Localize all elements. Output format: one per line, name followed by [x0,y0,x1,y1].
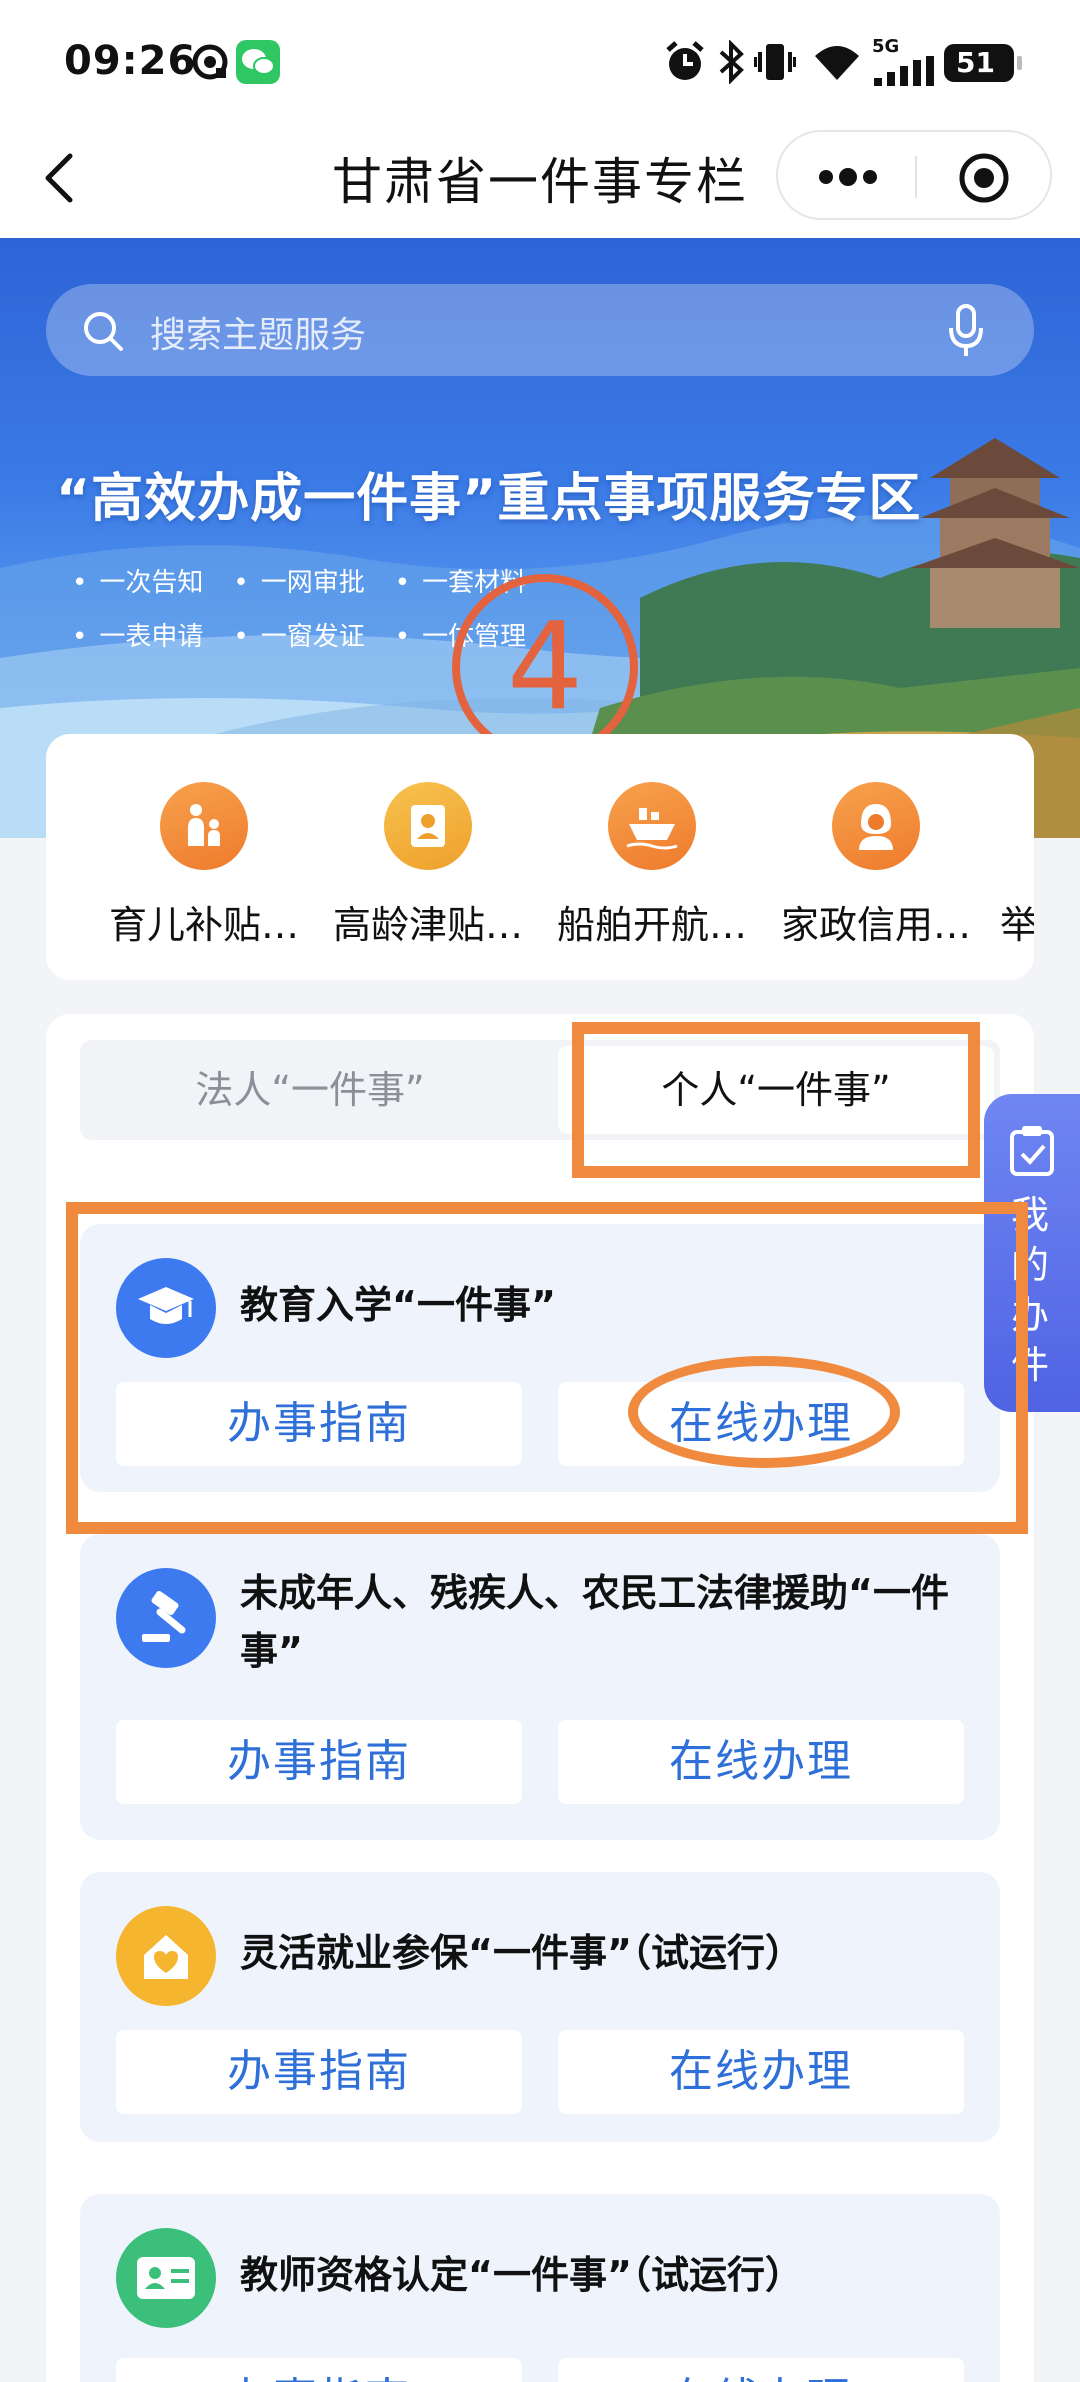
capsule-divider [915,156,917,198]
quick-service-ship-sailing[interactable]: 船舶开航… [552,782,752,949]
search-icon [84,312,123,351]
tab-legal-person[interactable]: 法人“一件事” [80,1040,540,1140]
pavilion-image [910,438,1080,628]
service-item-title: 未成年人、残疾人、农民工法律援助“一件事” [240,1571,949,1673]
annotation-circle-online [628,1356,900,1468]
quick-service-partial[interactable]: 举 [1000,782,1034,949]
elderly-icon [384,782,472,870]
quick-service-label: 船舶开航… [556,903,747,947]
quick-service-child-subsidy[interactable]: 育儿补贴… [104,782,304,949]
status-time: 09:26 [64,38,197,84]
bullet-item: 一网审批 [233,556,365,610]
id-card-icon [116,2228,216,2328]
nav-bar: 甘肃省一件事专栏 [0,120,1080,238]
quick-service-label: 高龄津贴… [332,903,523,947]
housekeeper-icon [832,782,920,870]
service-item-teacher-qualification: 教师资格认定“一件事”（试运行） 办事指南 在线办理 [80,2194,1000,2382]
guide-button[interactable]: 办事指南 [116,2030,522,2114]
bullet-item: 一次告知 [72,556,203,610]
bullet-item: 一窗发证 [233,610,365,664]
assistant-icon [192,44,228,80]
quick-service-label: 家政信用… [780,903,971,947]
bluetooth-icon [719,40,744,84]
clipboard-icon [1010,1126,1054,1176]
online-apply-button[interactable]: 在线办理 [558,2030,964,2114]
house-heart-icon [116,1906,216,2006]
quick-service-elderly-allowance[interactable]: 高龄津贴… [328,782,528,949]
annotation-highlight-item [66,1202,1028,1534]
bullet-item: 一表申请 [72,610,203,664]
online-apply-button[interactable]: 在线办理 [558,2358,964,2382]
search-bar[interactable]: 搜索主题服务 [46,284,1034,376]
close-mini-program-icon[interactable] [958,152,1010,204]
quick-services-card: 育儿补贴… 高龄津贴… 船舶开航… 家政信用… 举 [46,734,1034,980]
signal-icon [874,56,934,86]
more-icon[interactable] [818,166,878,188]
annotation-highlight-tab [572,1022,980,1178]
quick-service-housekeeping-credit[interactable]: 家政信用… [776,782,976,949]
wifi-icon [815,46,859,80]
banner-title: “高效办成一件事”重点事项服务专区 [56,469,922,529]
microphone-icon[interactable] [948,304,984,358]
guide-button[interactable]: 办事指南 [116,1720,522,1804]
network-type: 5G [872,36,900,57]
guide-button[interactable]: 办事指南 [116,2358,522,2382]
quick-service-label: 育儿补贴… [108,903,299,947]
wechat-icon [236,40,280,84]
child-care-icon [160,782,248,870]
quick-service-label: 举 [1000,903,1034,947]
gavel-icon [116,1568,216,1668]
alarm-icon [666,41,704,80]
service-item-flexible-employment: 灵活就业参保“一件事”（试运行） 办事指南 在线办理 [80,1872,1000,2142]
service-item-title: 灵活就业参保“一件事”（试运行） [240,1931,803,1975]
step-marker: 4 [452,574,638,760]
online-apply-button[interactable]: 在线办理 [558,1720,964,1804]
ship-icon [608,782,696,870]
service-item-legal-aid: 未成年人、残疾人、农民工法律援助“一件事” 办事指南 在线办理 [80,1534,1000,1840]
battery-indicator: 51 [944,44,1022,82]
vibrate-icon [754,44,796,80]
mini-program-capsule [776,130,1052,220]
status-bar: 09:26 5G 51 [0,0,1080,120]
service-item-title: 教师资格认定“一件事”（试运行） [240,2253,803,2297]
search-placeholder: 搜索主题服务 [150,315,367,356]
